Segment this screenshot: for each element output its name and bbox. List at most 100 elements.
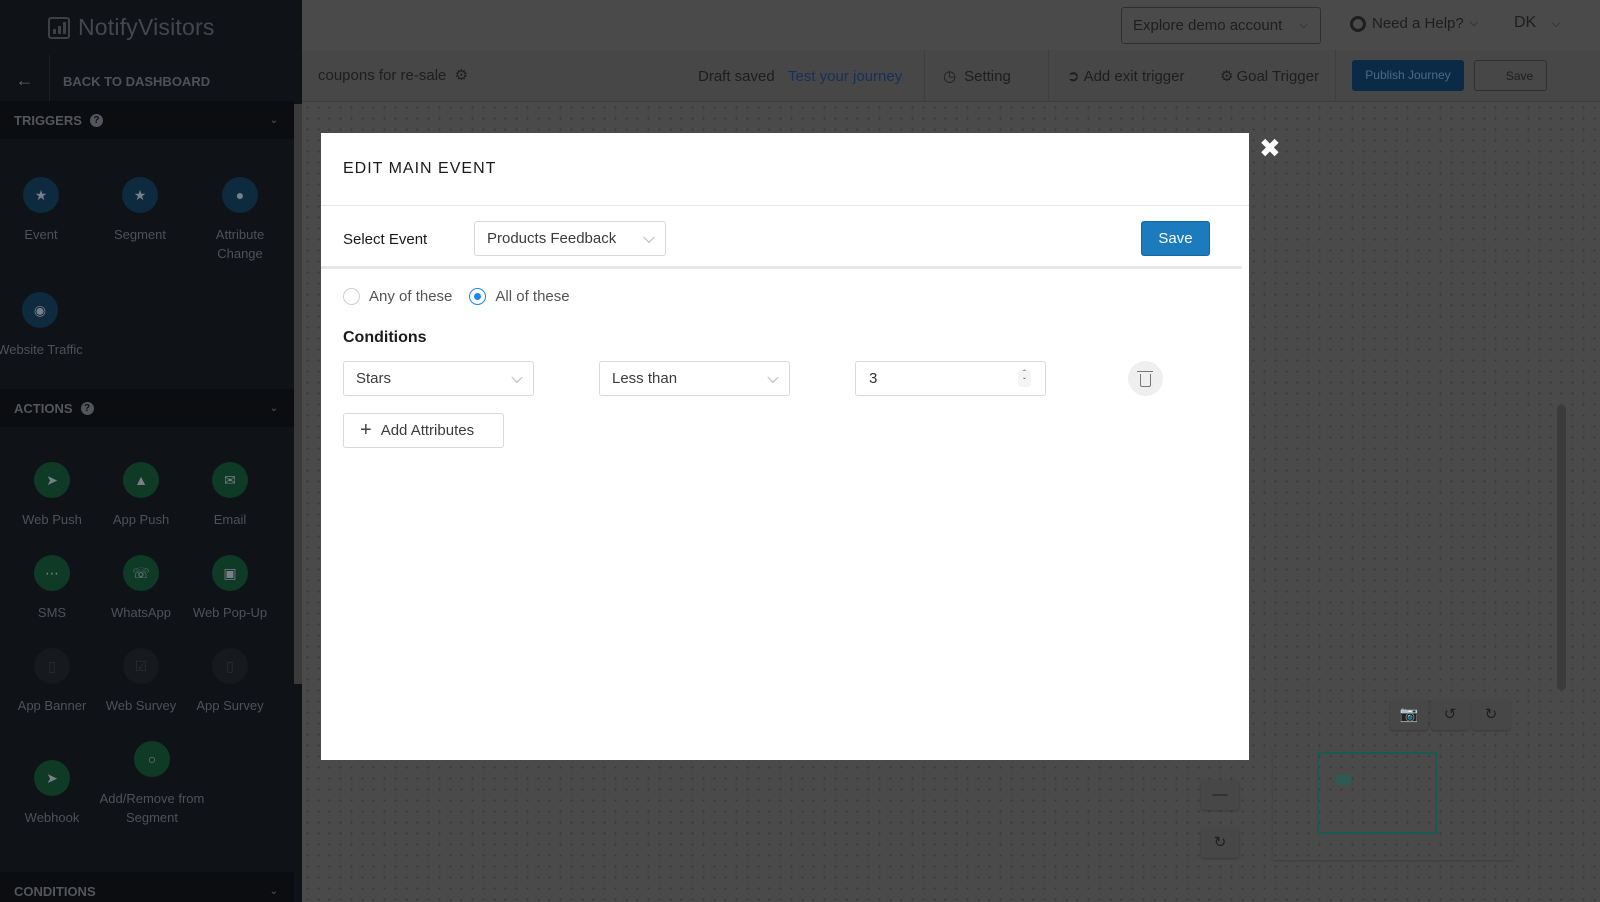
lifebuoy-icon bbox=[1350, 15, 1366, 32]
attribute-value: Stars bbox=[356, 370, 392, 387]
radio-any-of-these[interactable] bbox=[343, 288, 360, 305]
camera-icon: 📷 bbox=[1399, 706, 1419, 723]
chevron-down-icon bbox=[643, 231, 655, 243]
back-to-dashboard-link[interactable]: ← BACK TO DASHBOARD bbox=[0, 55, 302, 107]
save-button[interactable]: Save bbox=[1141, 221, 1210, 256]
triggers-title: TRIGGERS bbox=[14, 112, 82, 128]
sidebar: NotifyVisitors ← BACK TO DASHBOARD TRIGG… bbox=[0, 0, 302, 902]
event-select[interactable]: Products Feedback bbox=[474, 221, 666, 256]
toolbar-divider bbox=[1335, 50, 1336, 102]
globe-icon: ◉ bbox=[22, 292, 58, 328]
goal-trigger-button[interactable]: ⚙ Goal Trigger bbox=[1202, 50, 1336, 102]
redo-button[interactable]: ↻ bbox=[1472, 700, 1510, 730]
delete-condition-button[interactable] bbox=[1128, 361, 1163, 396]
undo-button[interactable]: ↺ bbox=[1431, 700, 1469, 730]
action-add-remove-segment[interactable]: ○ Add/Remove from Segment bbox=[92, 741, 212, 827]
trigger-event[interactable]: ★ Event bbox=[0, 177, 86, 244]
chevron-down-icon: ⌵ bbox=[1299, 19, 1308, 31]
help-icon[interactable]: ? bbox=[89, 113, 103, 127]
close-modal-icon[interactable]: ✖ bbox=[1259, 135, 1281, 161]
user-icon: ● bbox=[222, 177, 258, 213]
refresh-icon: ↻ bbox=[1213, 834, 1227, 851]
minimap-viewport[interactable] bbox=[1317, 752, 1437, 834]
logo-text: NotifyVisitors bbox=[78, 14, 215, 40]
tile-label: Webhook bbox=[24, 810, 80, 825]
radio-label[interactable]: Any of these bbox=[369, 288, 452, 305]
star-icon: ★ bbox=[23, 177, 59, 213]
user-avatar[interactable]: DK bbox=[1514, 14, 1536, 32]
screenshot-button[interactable]: 📷 bbox=[1390, 700, 1428, 730]
actions-title: ACTIONS bbox=[14, 400, 73, 416]
select-event-row: Select Event Products Feedback Save bbox=[321, 206, 1242, 269]
event-select-value: Products Feedback bbox=[487, 230, 617, 247]
tile-label: Add/Remove from Segment bbox=[99, 791, 205, 825]
reset-view-button[interactable]: ↻ bbox=[1201, 828, 1239, 858]
chevron-down-icon bbox=[511, 371, 523, 383]
mobile-icon: ▯ bbox=[212, 648, 248, 684]
action-web-push[interactable]: ➤ Web Push bbox=[7, 462, 97, 529]
canvas-scrollbar[interactable] bbox=[1557, 405, 1566, 690]
chevron-down-icon: ⌄ bbox=[269, 402, 278, 414]
action-app-survey[interactable]: ▯ App Survey bbox=[185, 648, 275, 715]
save-journey-button[interactable]: Save bbox=[1474, 60, 1547, 91]
action-app-banner[interactable]: ▯ App Banner bbox=[7, 648, 97, 715]
gear-icon[interactable]: ⚙ bbox=[455, 66, 468, 84]
trigger-attribute-change[interactable]: ● Attribute Change bbox=[194, 177, 286, 263]
back-arrow-icon: ← bbox=[0, 55, 50, 107]
gear-icon: ⚙ bbox=[1220, 68, 1234, 85]
envelope-icon: ✉ bbox=[212, 462, 248, 498]
explore-demo-account-dropdown[interactable]: Explore demo account ⌵ bbox=[1121, 7, 1321, 44]
paper-plane-icon: ➤ bbox=[34, 760, 70, 796]
clock-icon: ◷ bbox=[943, 68, 957, 85]
triggers-section-header[interactable]: TRIGGERS ? ⌄ bbox=[0, 101, 294, 139]
condition-value-input[interactable]: 3 ˆˇ bbox=[855, 361, 1046, 396]
action-app-push[interactable]: ▲ App Push bbox=[96, 462, 186, 529]
add-attributes-label: Add Attributes bbox=[380, 422, 475, 439]
action-sms[interactable]: ⋯ SMS bbox=[7, 555, 97, 622]
trigger-segment[interactable]: ★ Segment bbox=[95, 177, 185, 244]
condition-operator-select[interactable]: Less than bbox=[599, 361, 790, 396]
exit-icon: ➲ bbox=[1067, 68, 1080, 85]
add-attributes-button[interactable]: + Add Attributes bbox=[343, 413, 504, 448]
circle-icon: ○ bbox=[134, 741, 170, 777]
tile-label: Event bbox=[24, 227, 58, 242]
radio-label[interactable]: All of these bbox=[495, 288, 569, 305]
tile-label: Web Pop-Up bbox=[192, 605, 268, 620]
journey-name-text: coupons for re-sale bbox=[318, 67, 447, 84]
action-email[interactable]: ✉ Email bbox=[185, 462, 275, 529]
actions-section-header[interactable]: ACTIONS ? ⌄ bbox=[0, 389, 294, 427]
whatsapp-icon: ☏ bbox=[123, 555, 159, 591]
modal-title: EDIT MAIN EVENT bbox=[343, 160, 497, 177]
plus-icon: + bbox=[360, 419, 372, 441]
trigger-website-traffic[interactable]: ◉ Website Traffic bbox=[0, 292, 84, 359]
sidebar-scrollbar[interactable] bbox=[294, 104, 302, 684]
action-web-popup[interactable]: ▣ Web Pop-Up bbox=[185, 555, 275, 622]
chat-icon: ⋯ bbox=[34, 555, 70, 591]
radio-all-of-these[interactable] bbox=[469, 288, 487, 305]
edit-main-event-modal: EDIT MAIN EVENT Select Event Products Fe… bbox=[321, 133, 1249, 760]
trash-icon bbox=[1137, 370, 1153, 387]
action-webhook[interactable]: ➤ Webhook bbox=[7, 760, 97, 827]
exit-trigger-label: Add exit trigger bbox=[1083, 67, 1185, 85]
journey-name[interactable]: coupons for re-sale ⚙ bbox=[318, 66, 468, 84]
condition-attribute-select[interactable]: Stars bbox=[343, 361, 534, 396]
test-journey-link[interactable]: Test your journey bbox=[788, 68, 902, 85]
bell-icon: ▲ bbox=[123, 462, 159, 498]
help-icon[interactable]: ? bbox=[80, 401, 94, 415]
setting-button[interactable]: ◷ Setting bbox=[924, 50, 1050, 102]
help-label: Need a Help? bbox=[1372, 15, 1464, 32]
chevron-down-icon[interactable]: ⌵ bbox=[1552, 18, 1560, 31]
zoom-out-button[interactable]: — bbox=[1201, 780, 1239, 810]
checkbox-icon: ☑ bbox=[123, 648, 159, 684]
conditions-section-header[interactable]: CONDITIONS ⌄ bbox=[0, 872, 294, 902]
publish-journey-button[interactable]: Publish Journey bbox=[1352, 60, 1464, 91]
tile-label: Attribute Change bbox=[215, 227, 265, 261]
number-stepper[interactable]: ˆˇ bbox=[1018, 370, 1031, 387]
add-exit-trigger-button[interactable]: ➲ Add exit trigger bbox=[1048, 50, 1218, 102]
help-dropdown[interactable]: Need a Help? ⌵ bbox=[1350, 15, 1478, 32]
chevron-down-icon: ⌄ bbox=[269, 114, 278, 126]
conditions-title: CONDITIONS bbox=[14, 883, 96, 899]
action-whatsapp[interactable]: ☏ WhatsApp bbox=[96, 555, 186, 622]
operator-value: Less than bbox=[612, 370, 678, 387]
action-web-survey[interactable]: ☑ Web Survey bbox=[96, 648, 186, 715]
